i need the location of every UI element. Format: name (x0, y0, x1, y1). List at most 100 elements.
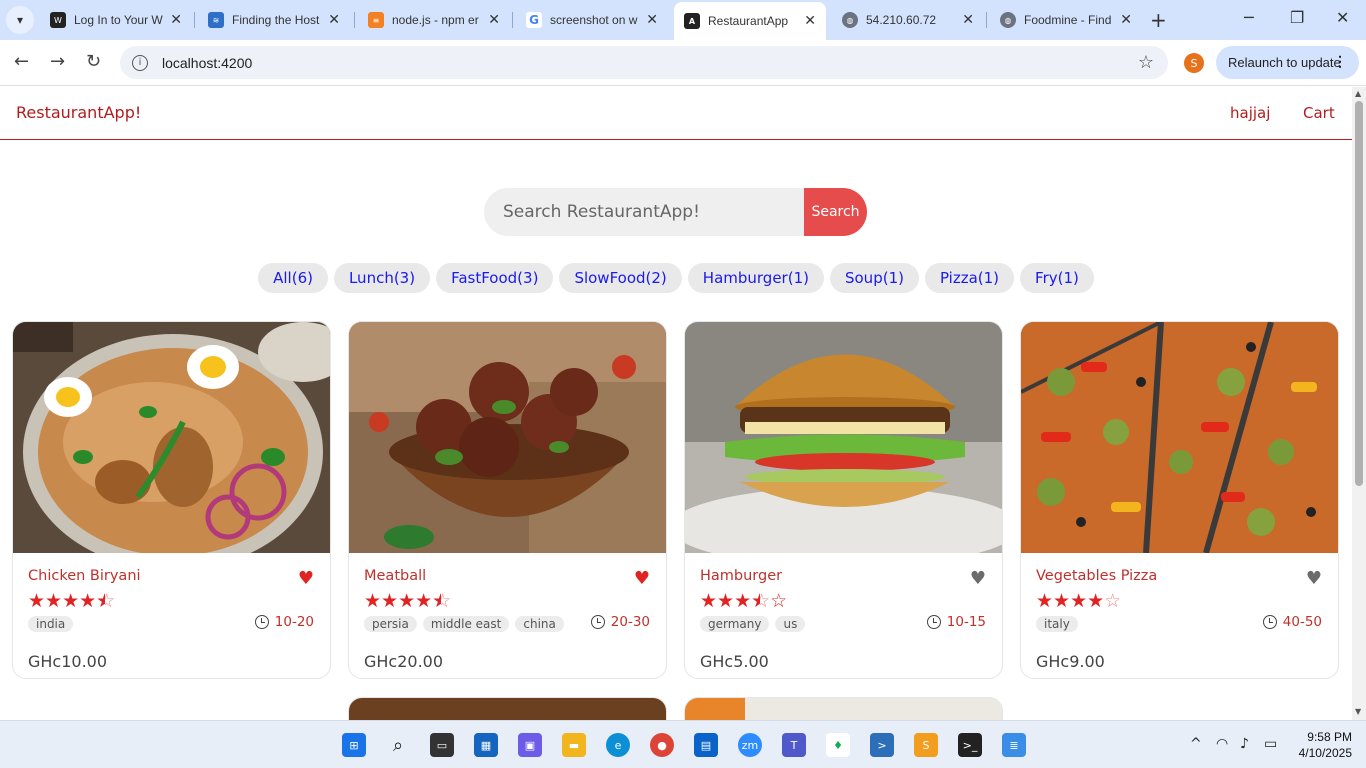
food-card-partial[interactable] (348, 697, 667, 720)
url-text[interactable]: localhost:4200 (162, 55, 252, 71)
food-card[interactable]: Vegetables Pizza ♥ ★★★★☆ italy 40-50 GHc… (1020, 321, 1339, 679)
brand-link[interactable]: RestaurantApp! (16, 103, 141, 122)
food-card[interactable]: Hamburger ♥ ★★★★☆☆ germany us 10-15 GHc5… (684, 321, 1003, 679)
origin-tag: us (775, 616, 806, 632)
food-image-pizza[interactable] (1021, 322, 1339, 553)
scroll-up-icon[interactable]: ▲ (1355, 89, 1361, 98)
tag-fastfood[interactable]: FastFood(3) (436, 263, 554, 293)
origin-tag: germany (700, 616, 770, 632)
profile-avatar[interactable]: S (1184, 53, 1204, 73)
bookmark-star-icon[interactable]: ☆ (1138, 52, 1154, 73)
tag-all[interactable]: All(6) (258, 263, 328, 293)
volume-icon[interactable]: ♪ (1240, 736, 1249, 752)
origin-tag: china (515, 616, 564, 632)
scroll-down-icon[interactable]: ▼ (1355, 707, 1361, 716)
tag-lunch[interactable]: Lunch(3) (333, 263, 431, 293)
browser-tab[interactable]: G screenshot on w ✕ (516, 4, 668, 36)
heart-icon[interactable]: ♥ (1306, 570, 1322, 588)
food-name[interactable]: Vegetables Pizza (1036, 568, 1157, 584)
tag-hamburger[interactable]: Hamburger(1) (687, 263, 824, 293)
back-arrow-icon[interactable]: ← (14, 51, 29, 72)
close-tab-icon[interactable]: ✕ (1120, 12, 1132, 28)
minimize-icon[interactable]: ─ (1244, 8, 1254, 27)
restore-icon[interactable]: ❐ (1290, 8, 1304, 27)
tag-soup[interactable]: Soup(1) (829, 263, 919, 293)
browser-tab[interactable]: W Log In to Your W ✕ (40, 4, 192, 36)
close-tab-icon[interactable]: ✕ (328, 12, 340, 28)
search-icon[interactable]: ⌕ (386, 733, 410, 757)
food-name[interactable]: Chicken Biryani (28, 568, 141, 584)
tag-filter-list: All(6) Lunch(3) FastFood(3) SlowFood(2) … (0, 263, 1352, 293)
zoom-icon[interactable]: zm (738, 733, 762, 757)
teams-icon[interactable]: T (782, 733, 806, 757)
search-input[interactable] (484, 188, 804, 236)
close-window-icon[interactable]: ✕ (1336, 8, 1349, 27)
taskbar-clock[interactable]: 9:58 PM 4/10/2025 (1298, 729, 1352, 761)
browser-tab[interactable]: ◍ Foodmine - Find ✕ (990, 4, 1142, 36)
task-view-icon[interactable]: ▭ (430, 733, 454, 757)
new-tab-button[interactable]: + (1150, 8, 1167, 32)
close-tab-icon[interactable]: ✕ (488, 12, 500, 28)
show-hidden-icons-icon[interactable]: ^ (1190, 736, 1202, 752)
battery-icon[interactable]: ▭ (1264, 736, 1277, 752)
file-explorer-icon[interactable]: ▬ (562, 733, 586, 757)
browser-tab[interactable]: ◍ 54.210.60.72 ✕ (832, 4, 984, 36)
tab-search-button[interactable]: ▾ (6, 6, 34, 34)
tag-fry[interactable]: Fry(1) (1020, 263, 1094, 293)
food-card-partial[interactable] (684, 697, 1003, 720)
heart-icon[interactable]: ♥ (298, 570, 314, 588)
windows-taskbar: ⊞ ⌕ ▭ ▦ ▣ ▬ e ● ▤ zm T ♦ > S >_ ≣ ^ ◠ ♪ … (0, 720, 1366, 768)
tag-pizza[interactable]: Pizza(1) (924, 263, 1015, 293)
food-name[interactable]: Meatball (364, 568, 426, 584)
address-bar[interactable]: i localhost:4200 ☆ (120, 46, 1168, 79)
food-card[interactable]: Chicken Biryani ♥ ★★★★★☆ india 10-20 GHc… (12, 321, 331, 679)
terminal-icon[interactable]: >_ (958, 733, 982, 757)
edge-icon[interactable]: e (606, 733, 630, 757)
food-image-biryani[interactable] (13, 322, 331, 553)
chat-icon[interactable]: ▣ (518, 733, 542, 757)
food-name[interactable]: Hamburger (700, 568, 782, 584)
scrollbar-thumb[interactable] (1355, 101, 1363, 486)
food-image-meatball[interactable] (349, 322, 667, 553)
browser-tab-active[interactable]: A RestaurantApp ✕ (674, 2, 826, 40)
close-tab-icon[interactable]: ✕ (804, 13, 816, 29)
stackoverflow-icon: ≡ (368, 12, 384, 28)
close-tab-icon[interactable]: ✕ (170, 12, 182, 28)
windows-start-icon[interactable]: ⊞ (342, 733, 366, 757)
origin-tag: india (28, 616, 74, 632)
wifi-icon[interactable]: ◠ (1216, 736, 1228, 752)
tab-title: 54.210.60.72 (866, 13, 937, 27)
reload-icon[interactable]: ↻ (86, 51, 101, 72)
more-menu-icon[interactable]: ⋮ (1333, 53, 1347, 70)
cook-time-value: 10-20 (274, 614, 314, 630)
user-menu-link[interactable]: hajjaj (1230, 104, 1270, 122)
cart-link[interactable]: Cart (1303, 104, 1335, 122)
food-image-hamburger[interactable] (685, 322, 1003, 553)
food-image-partial (685, 698, 745, 720)
browser-tab[interactable]: ≋ Finding the Host ✕ (198, 4, 350, 36)
powershell-icon[interactable]: > (870, 733, 894, 757)
store-icon[interactable]: ▤ (694, 733, 718, 757)
relaunch-button[interactable]: Relaunch to update ⋮ (1216, 46, 1359, 79)
food-price: GHc20.00 (364, 652, 444, 671)
notepad-icon[interactable]: ≣ (1002, 733, 1026, 757)
heart-icon[interactable]: ♥ (634, 570, 650, 588)
wix-icon: W (50, 12, 66, 28)
tag-slowfood[interactable]: SlowFood(2) (559, 263, 682, 293)
food-card[interactable]: Meatball ♥ ★★★★★☆ persia middle east chi… (348, 321, 667, 679)
heart-icon[interactable]: ♥ (970, 570, 986, 588)
clock-icon (254, 615, 269, 629)
page-scrollbar[interactable]: ▲ ▼ (1352, 87, 1366, 720)
sublime-icon[interactable]: S (914, 733, 938, 757)
browser-tab[interactable]: ≡ node.js - npm er ✕ (358, 4, 510, 36)
search-button[interactable]: Search (804, 188, 867, 236)
clock-icon (926, 615, 941, 629)
mongodb-icon[interactable]: ♦ (826, 733, 850, 757)
widgets-icon[interactable]: ▦ (474, 733, 498, 757)
site-info-icon[interactable]: i (132, 54, 148, 71)
tab-title: Finding the Host (232, 13, 320, 27)
forward-arrow-icon[interactable]: → (50, 51, 65, 72)
chrome-icon[interactable]: ● (650, 733, 674, 757)
close-tab-icon[interactable]: ✕ (962, 12, 974, 28)
close-tab-icon[interactable]: ✕ (646, 12, 658, 28)
